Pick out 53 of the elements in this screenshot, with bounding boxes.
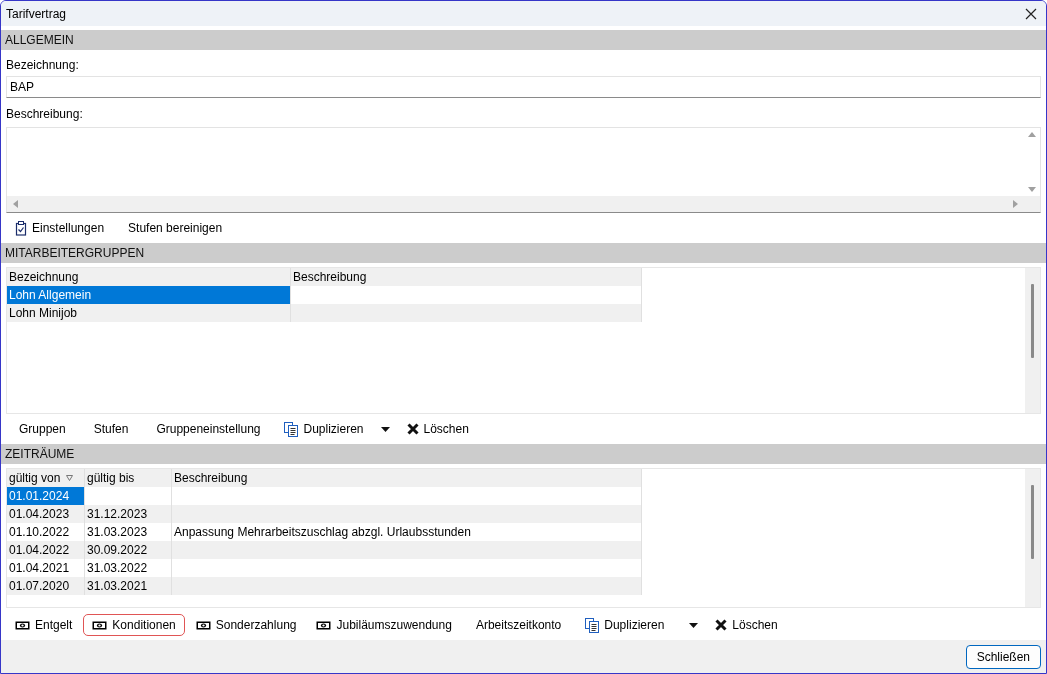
table-cell[interactable]: 01.07.2020 — [7, 577, 85, 595]
banknote-icon — [316, 620, 332, 630]
toolbar-button[interactable]: Konditionen — [83, 614, 185, 636]
input-field[interactable]: BAP — [6, 76, 1041, 98]
caret-icon — [380, 426, 390, 432]
toolbar-button[interactable]: Gruppeneinstellung — [143, 418, 274, 440]
column-header[interactable]: Beschreibung — [172, 469, 642, 487]
table-cell[interactable]: Lohn Allgemein — [7, 286, 291, 304]
scroll-up-icon — [1028, 132, 1036, 137]
copy-icon — [585, 617, 600, 633]
banknote-icon — [195, 620, 211, 630]
close-icon — [1025, 7, 1037, 20]
column-header[interactable]: gültig bis — [85, 469, 172, 487]
field-label: Beschreibung: — [6, 107, 83, 121]
table-cell[interactable]: 01.04.2022 — [7, 541, 85, 559]
caret-icon — [689, 622, 699, 628]
banknote-icon — [15, 620, 30, 630]
scrollbar[interactable] — [1025, 469, 1040, 607]
column-header[interactable]: Beschreibung — [291, 268, 642, 286]
delete-icon — [406, 423, 419, 435]
table-cell[interactable]: 01.01.2024 — [7, 487, 85, 505]
table-cell[interactable]: 01.04.2023 — [7, 505, 85, 523]
scrollbar[interactable] — [1025, 268, 1040, 413]
scrollbar-corner — [1024, 196, 1040, 212]
toolbar-button[interactable]: Sonderzahlung — [186, 614, 306, 636]
toolbar-button[interactable]: Entgelt — [6, 614, 82, 636]
copy-icon — [284, 421, 299, 437]
toolbar-button[interactable]: Einstellungen — [6, 216, 114, 240]
banknote-icon — [92, 620, 108, 630]
close-dialog-button[interactable]: Schließen — [965, 644, 1041, 669]
section-header: MITARBEITERGRUPPEN — [1, 243, 1046, 263]
window-title: Tarifvertrag — [6, 6, 67, 21]
toolbar-button[interactable]: Stufen bereinigen — [115, 217, 236, 239]
section-header: ALLGEMEIN — [1, 30, 1046, 50]
table-cell[interactable]: 31.03.2021 — [85, 577, 172, 595]
scroll-down-icon — [1028, 187, 1036, 192]
delete-icon — [715, 619, 728, 631]
toolbar-button[interactable]: Duplizieren — [576, 613, 674, 637]
clipboard-icon — [15, 220, 27, 236]
scroll-left-icon — [13, 200, 18, 208]
section-header: ZEITRÄUME — [1, 444, 1046, 464]
toolbar-button[interactable]: Gruppen — [6, 418, 79, 440]
toolbar-button[interactable]: Jubiläumszuwendung — [307, 614, 461, 636]
field-label: Bezeichnung: — [6, 58, 79, 72]
toolbar-button[interactable]: Löschen — [706, 614, 787, 636]
table-cell[interactable]: 31.12.2023 — [85, 505, 172, 523]
table-cell[interactable]: 30.09.2022 — [85, 541, 172, 559]
toolbar-button[interactable]: Löschen — [397, 418, 478, 440]
horizontal-scrollbar[interactable] — [7, 196, 1024, 212]
toolbar-button[interactable]: Arbeitszeitkonto — [462, 614, 575, 636]
toolbar-button[interactable]: Stufen — [80, 418, 142, 440]
scroll-right-icon — [1013, 200, 1018, 208]
toolbar-button[interactable]: Duplizieren — [275, 417, 373, 441]
